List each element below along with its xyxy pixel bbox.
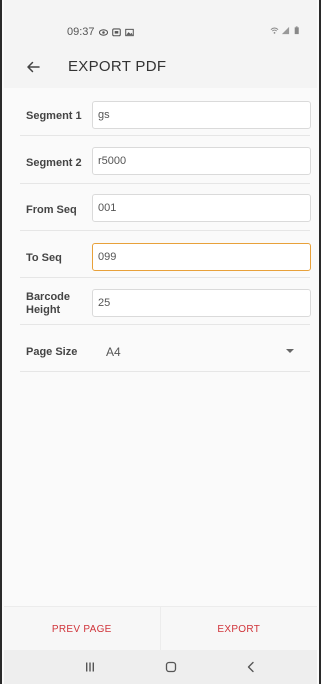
export-button[interactable]: EXPORT [161, 607, 318, 651]
page-title: EXPORT PDF [68, 58, 167, 75]
eye-icon [98, 28, 108, 36]
from-seq-input[interactable] [92, 194, 311, 222]
status-icons [270, 26, 301, 35]
home-icon[interactable] [161, 658, 181, 676]
barcode-height-input[interactable] [92, 289, 311, 317]
signal-icon [281, 26, 290, 35]
app-bar: EXPORT PDF [4, 50, 317, 88]
caret-down-icon[interactable] [286, 349, 294, 353]
to-seq-row: To Seq [20, 231, 311, 278]
barcode-height-label: Barcode Height [26, 291, 71, 316]
page-size-label: Page Size [26, 346, 78, 358]
wifi-icon [270, 27, 279, 34]
to-seq-label: To Seq [26, 252, 62, 264]
page-size-select[interactable]: A4 [106, 345, 121, 359]
segment1-input[interactable] [92, 101, 311, 129]
recents-icon[interactable] [80, 658, 100, 676]
status-time-group: 09:37 [67, 26, 134, 38]
image-icon [124, 28, 134, 36]
home-glyph [165, 661, 177, 673]
system-nav-bar [4, 650, 317, 684]
nav-back-glyph [247, 661, 254, 673]
segment2-label: Segment 2 [26, 157, 82, 169]
message-icon [111, 27, 121, 36]
status-bar: 09:37 [4, 0, 317, 50]
bottom-actions: PREV PAGE EXPORT [4, 606, 318, 651]
segment2-row: Segment 2 [20, 136, 311, 184]
arrow-left-icon[interactable] [24, 58, 42, 76]
from-seq-row: From Seq [20, 184, 311, 231]
segment1-row: Segment 1 [20, 88, 311, 136]
prev-page-button[interactable]: PREV PAGE [4, 607, 161, 651]
segment2-input[interactable] [92, 147, 311, 175]
recents-glyph [86, 662, 94, 672]
from-seq-label: From Seq [26, 204, 77, 216]
barcode-height-row: Barcode Height [20, 278, 311, 325]
to-seq-input[interactable] [92, 243, 311, 271]
page-size-row[interactable]: Page Size A4 [20, 325, 310, 372]
segment1-label: Segment 1 [26, 110, 82, 122]
battery-icon [294, 26, 299, 35]
status-time: 09:37 [67, 26, 95, 38]
phone-frame: 09:37 EXPORT PDF Segment 1 gs Segment 2 … [0, 0, 321, 684]
nav-back-icon[interactable] [241, 658, 261, 676]
